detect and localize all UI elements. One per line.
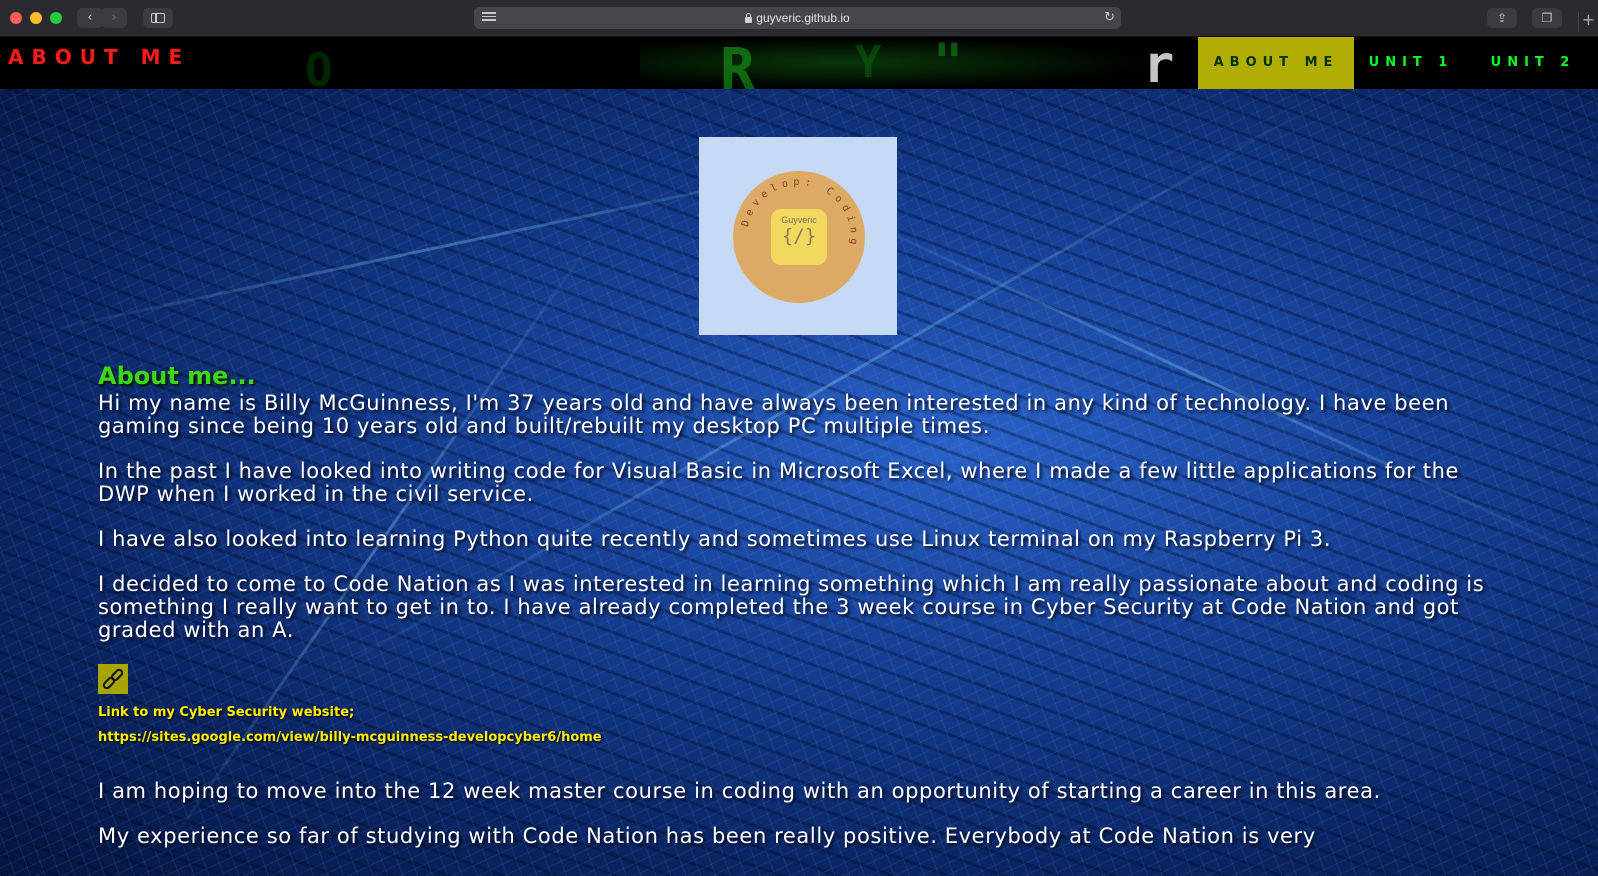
- plus-icon: +: [1581, 10, 1596, 29]
- profile-logo: Develop: Coding Guyveric {/}: [699, 137, 897, 335]
- main-content: Develop: Coding Guyveric {/} About me...…: [0, 89, 1598, 876]
- paragraph-past: In the past I have looked into writing c…: [98, 459, 1460, 506]
- chevron-right-icon: ›: [111, 10, 117, 25]
- new-tab-button[interactable]: +: [1578, 12, 1598, 32]
- chevron-left-icon: ‹: [87, 10, 93, 25]
- paragraph-code-nation: I decided to come to Code Nation as I wa…: [98, 572, 1485, 642]
- tab-overview-button[interactable]: ❐: [1532, 8, 1562, 28]
- link-icon[interactable]: [98, 664, 128, 694]
- tabs-icon: ❐: [1541, 11, 1553, 25]
- site-nav: ABOUT ME UNIT 1 UNIT 2: [1198, 37, 1598, 89]
- logo-name: Guyveric: [781, 215, 817, 225]
- share-icon: ⇪: [1496, 11, 1508, 25]
- reload-icon[interactable]: ↻: [1104, 10, 1115, 26]
- site-brand[interactable]: ABOUT ME: [8, 45, 190, 69]
- header-matrix-glow: [640, 37, 1160, 89]
- url-text: guyveric.github.io: [756, 11, 850, 25]
- matrix-glyph: Y: [855, 37, 882, 88]
- matrix-glyph: ": [933, 37, 964, 89]
- browser-toolbar: ‹ › guyveric.github.io ↻ ⇪ ❐ +: [0, 0, 1598, 37]
- matrix-glyph: O: [305, 43, 333, 89]
- nav-item-about-me[interactable]: ABOUT ME: [1198, 37, 1354, 89]
- logo-badge: Develop: Coding Guyveric {/}: [733, 171, 865, 303]
- back-button[interactable]: ‹: [77, 8, 103, 28]
- link-label: Link to my Cyber Security website;: [98, 705, 355, 720]
- sidebar-icon: [151, 13, 165, 23]
- minimize-window-button[interactable]: [30, 12, 42, 24]
- section-heading: About me...: [98, 362, 256, 390]
- share-button[interactable]: ⇪: [1487, 8, 1517, 28]
- paragraph-goals: I am hoping to move into the 12 week mas…: [98, 779, 1381, 803]
- about-section: About me... Hi my name is Billy McGuinne…: [98, 361, 1498, 870]
- paragraph-python: I have also looked into learning Python …: [98, 527, 1332, 551]
- zoom-window-button[interactable]: [50, 12, 62, 24]
- sidebar-toggle-button[interactable]: [143, 8, 173, 28]
- matrix-glyph: r: [1143, 37, 1175, 89]
- address-bar[interactable]: guyveric.github.io ↻: [474, 7, 1121, 29]
- cyber-security-website-link[interactable]: https://sites.google.com/view/billy-mcgu…: [98, 729, 1498, 746]
- matrix-glyph: R: [720, 37, 755, 89]
- paragraph-intro: Hi my name is Billy McGuinness, I'm 37 y…: [98, 391, 1450, 438]
- nav-item-unit-1[interactable]: UNIT 1: [1354, 37, 1468, 89]
- lock-icon: [745, 13, 753, 23]
- forward-button[interactable]: ›: [101, 8, 127, 28]
- code-brackets-icon: {/}: [781, 225, 817, 247]
- site-header: O R Y " r ABOUT ME ABOUT ME UNIT 1 UNIT …: [0, 37, 1598, 89]
- paragraph-experience: My experience so far of studying with Co…: [98, 824, 1316, 848]
- nav-item-unit-2[interactable]: UNIT 2: [1468, 37, 1598, 89]
- close-window-button[interactable]: [10, 12, 22, 24]
